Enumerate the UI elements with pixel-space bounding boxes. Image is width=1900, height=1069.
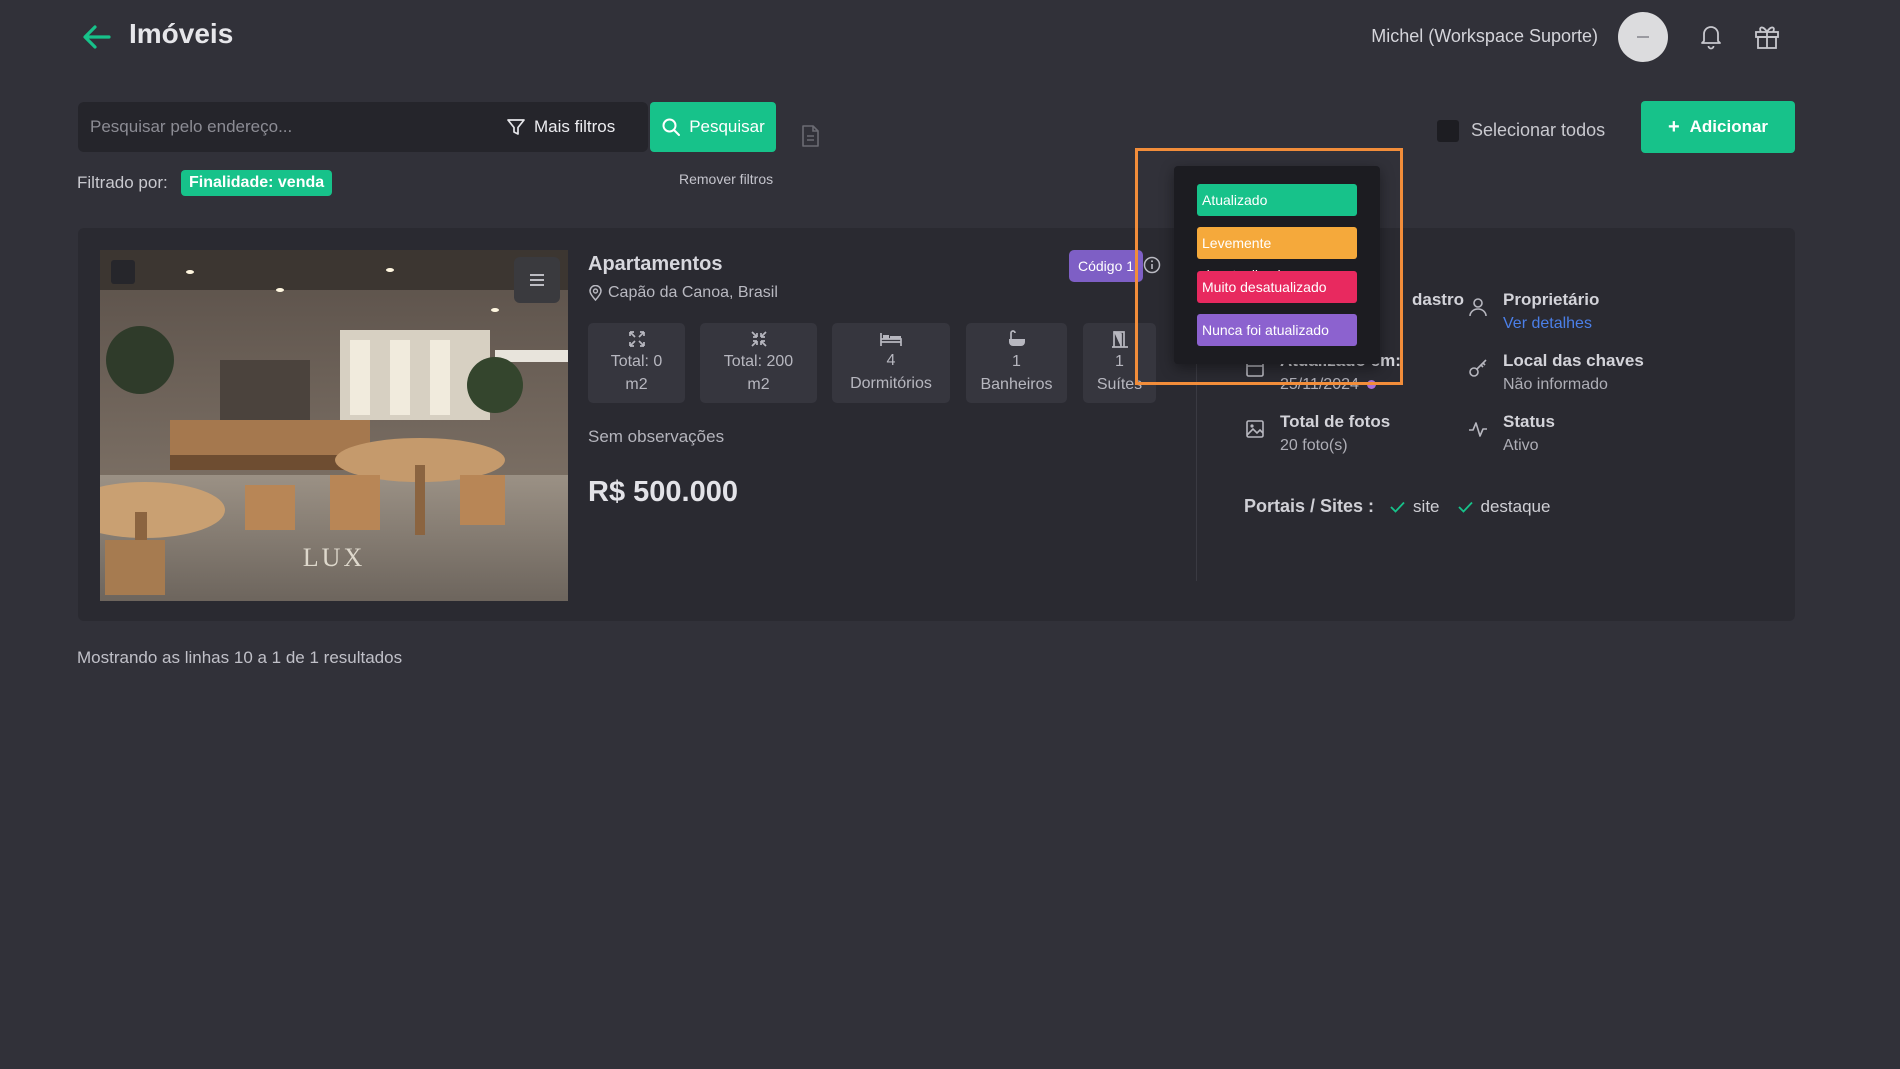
owner-title: Proprietário [1503, 290, 1600, 309]
search-button[interactable]: Pesquisar [650, 102, 776, 152]
compress-icon [750, 331, 767, 347]
highlight-annotation-box [1135, 148, 1403, 385]
property-select-checkbox[interactable] [111, 260, 135, 284]
property-observations: Sem observações [588, 427, 725, 446]
select-all-checkbox[interactable] [1437, 120, 1459, 142]
feature-useful-area: Total: 200 m2 [700, 323, 817, 403]
property-type[interactable]: Apartamentos [588, 253, 722, 276]
search-input[interactable] [90, 102, 480, 152]
search-icon [662, 118, 681, 136]
results-summary: Mostrando as linhas 10 a 1 de 1 resultad… [77, 648, 403, 667]
more-filters-label: Mais filtros [534, 117, 616, 136]
plus-icon: + [1667, 116, 1680, 138]
image-icon [1246, 420, 1264, 438]
portals-row: Portais / Sites : site destaque [1244, 496, 1568, 517]
keys-value: Não informado [1503, 376, 1608, 393]
property-location: Capão da Canoa, Brasil [588, 284, 778, 302]
back-arrow-icon[interactable] [80, 20, 114, 54]
check-icon [1457, 501, 1473, 513]
feature-label: m2 [747, 376, 770, 393]
feature-label: m2 [625, 376, 648, 393]
gift-icon[interactable] [1752, 22, 1782, 50]
portal-item: site [1390, 496, 1440, 517]
photo-watermark: LUX [303, 543, 365, 572]
property-menu-button[interactable] [514, 257, 560, 303]
owner-details-link[interactable]: Ver detalhes [1503, 312, 1599, 336]
check-icon [1390, 501, 1405, 513]
feature-bathrooms: 1 Banheiros [966, 323, 1067, 403]
bell-icon[interactable] [1697, 22, 1725, 50]
page-title: Imóveis [129, 18, 234, 49]
status-info: Status Ativo [1467, 410, 1555, 458]
filtered-by-label: Filtrado por: [77, 173, 168, 192]
bathtub-icon [1008, 330, 1025, 346]
property-price: R$ 500.000 [588, 476, 738, 508]
add-button-label: Adicionar [1689, 117, 1769, 136]
location-pin-icon [589, 285, 602, 301]
portal-name: site [1413, 496, 1440, 516]
feature-total-area: Total: 0 m2 [588, 323, 685, 403]
more-filters-button[interactable]: Mais filtros [506, 102, 615, 152]
photos-title: Total de fotos [1280, 412, 1391, 431]
photos-info: Total de fotos 20 foto(s) [1244, 410, 1390, 458]
activity-icon [1469, 422, 1487, 437]
add-button[interactable]: + Adicionar [1641, 101, 1795, 153]
expand-icon [628, 331, 645, 347]
feature-value: 4 [886, 352, 896, 369]
door-icon [1111, 331, 1128, 348]
active-filter-badge[interactable]: Finalidade: venda [181, 170, 333, 196]
user-name[interactable]: Michel (Workspace Suporte) [1371, 26, 1598, 47]
search-box: Mais filtros [78, 102, 648, 152]
photos-value: 20 foto(s) [1280, 437, 1348, 454]
feature-value: Total: 200 [723, 353, 794, 370]
feature-value: 1 [1012, 353, 1021, 370]
remove-filters-link[interactable]: Remover filtros [679, 171, 773, 187]
portals-label: Portais / Sites : [1244, 496, 1375, 516]
property-photo[interactable]: LUX [100, 250, 568, 601]
feature-label: Dormitórios [850, 375, 932, 392]
portal-name: destaque [1480, 496, 1551, 516]
owner-info: Proprietário Ver detalhes [1467, 288, 1599, 336]
status-title: Status [1503, 412, 1555, 431]
feature-value: Total: 0 [610, 353, 663, 370]
menu-icon [530, 274, 544, 286]
keys-info: Local das chaves Não informado [1467, 349, 1644, 397]
feature-bedrooms: 4 Dormitórios [832, 323, 950, 403]
feature-value: 1 [1115, 353, 1124, 370]
document-icon[interactable] [799, 124, 821, 148]
property-code-badge: Código 1 [1069, 250, 1144, 282]
select-all-label[interactable]: Selecionar todos [1471, 120, 1605, 141]
user-icon [1469, 298, 1487, 317]
bed-icon [880, 333, 902, 346]
keys-title: Local das chaves [1503, 351, 1644, 370]
avatar[interactable] [1618, 12, 1668, 62]
status-value: Ativo [1503, 437, 1539, 454]
portal-item: destaque [1457, 496, 1551, 517]
key-icon [1469, 359, 1487, 377]
search-button-label: Pesquisar [689, 117, 765, 136]
filter-icon [507, 119, 525, 135]
property-location-text: Capão da Canoa, Brasil [608, 284, 778, 301]
feature-label: Banheiros [980, 376, 1053, 393]
